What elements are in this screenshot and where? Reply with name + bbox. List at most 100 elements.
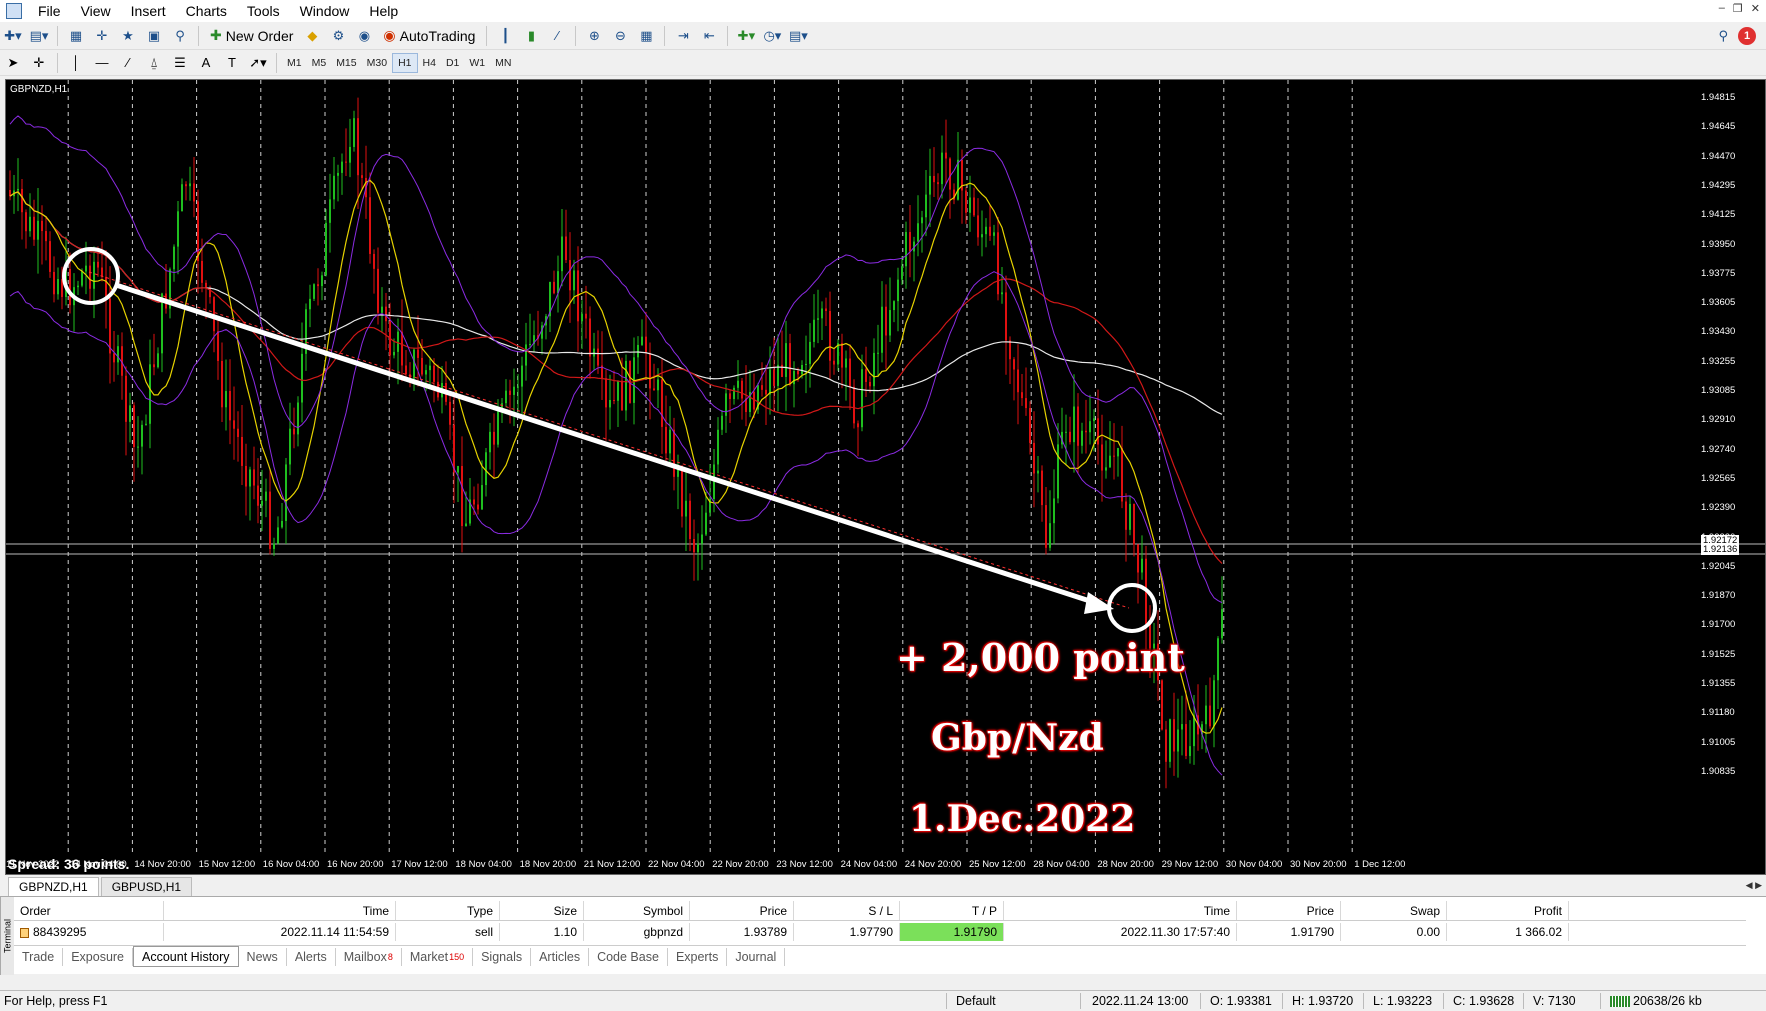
zoom-in-icon[interactable]: ⊕ xyxy=(583,25,605,47)
arrows-icon[interactable]: ➚▾ xyxy=(247,52,269,74)
minimize-icon[interactable]: – xyxy=(1719,2,1725,15)
menu-tools[interactable]: Tools xyxy=(237,0,290,22)
col-type[interactable]: Type xyxy=(396,901,500,920)
autotrading-button[interactable]: ◉ AutoTrading xyxy=(379,25,479,47)
candle-body xyxy=(1089,421,1091,433)
terminal-tab-signals[interactable]: Signals xyxy=(473,947,532,966)
candle-body xyxy=(813,319,815,342)
crosshair-icon[interactable]: ✛ xyxy=(28,52,50,74)
terminal-icon[interactable]: ▣ xyxy=(143,25,165,47)
col-close-time[interactable]: Time xyxy=(1004,901,1237,920)
text-label-icon[interactable]: T xyxy=(221,52,243,74)
bar-chart-icon[interactable]: ┃ xyxy=(494,25,516,47)
notification-badge[interactable]: 1 xyxy=(1738,26,1756,45)
menu-charts[interactable]: Charts xyxy=(176,0,237,22)
candle-body xyxy=(893,301,895,311)
terminal-tab-account-history[interactable]: Account History xyxy=(133,946,239,967)
timeframe-w1[interactable]: W1 xyxy=(464,53,490,73)
candlestick-icon[interactable]: ▮ xyxy=(520,25,542,47)
close-icon[interactable]: ✕ xyxy=(1751,2,1760,15)
horizontal-line-icon[interactable]: — xyxy=(91,52,113,74)
col-time[interactable]: Time xyxy=(164,901,396,920)
chart-tab-gbpusd[interactable]: GBPUSD,H1 xyxy=(100,877,193,896)
table-row[interactable]: 88439295 2022.11.14 11:54:59 sell 1.10 g… xyxy=(14,923,1746,941)
col-sl[interactable]: S / L xyxy=(794,901,900,920)
cursor-icon[interactable]: ➤ xyxy=(2,52,24,74)
indicators-icon[interactable]: ✚▾ xyxy=(735,25,757,47)
terminal-tab-exposure[interactable]: Exposure xyxy=(63,947,134,966)
candle-body xyxy=(289,428,291,465)
chart-tab-gbpnzd[interactable]: GBPNZD,H1 xyxy=(8,877,99,896)
timeframe-m1[interactable]: M1 xyxy=(282,53,307,73)
menu-insert[interactable]: Insert xyxy=(121,0,176,22)
terminal-tab-market[interactable]: Market 150 xyxy=(402,947,474,966)
separator xyxy=(57,25,58,46)
tab-scroll-icon[interactable]: ◀ ▶ xyxy=(1746,880,1762,891)
templates-icon[interactable]: ▤▾ xyxy=(787,25,809,47)
timeframe-m30[interactable]: M30 xyxy=(362,53,392,73)
timeframe-h4[interactable]: H4 xyxy=(418,53,441,73)
channel-icon[interactable]: ⍙ xyxy=(143,52,165,74)
terminal-tab-journal[interactable]: Journal xyxy=(727,947,786,966)
timeframe-d1[interactable]: D1 xyxy=(441,53,464,73)
terminal-tab-label: Code Base xyxy=(597,949,659,964)
col-swap[interactable]: Swap xyxy=(1341,901,1447,920)
timeframe-mn[interactable]: MN xyxy=(490,53,516,73)
terminal-tab-articles[interactable]: Articles xyxy=(531,947,590,966)
menu-view[interactable]: View xyxy=(71,0,121,22)
terminal-tab-experts[interactable]: Experts xyxy=(668,947,728,966)
candle-body xyxy=(869,381,871,387)
timeframe-m15[interactable]: M15 xyxy=(331,53,361,73)
price-tick-label: 1.91005 xyxy=(1701,736,1736,748)
terminal-tab-mailbox[interactable]: Mailbox 8 xyxy=(336,947,402,966)
profiles-icon[interactable]: ▤▾ xyxy=(28,25,50,47)
col-size[interactable]: Size xyxy=(500,901,584,920)
menu-file[interactable]: File xyxy=(28,0,71,22)
menu-help[interactable]: Help xyxy=(359,0,408,22)
timeframe-h1[interactable]: H1 xyxy=(392,52,418,73)
candle-body xyxy=(149,364,151,424)
candle-body xyxy=(1021,392,1023,399)
trendline-icon[interactable]: ∕ xyxy=(117,52,139,74)
col-symbol[interactable]: Symbol xyxy=(584,901,690,920)
options-icon[interactable]: ⚙ xyxy=(327,25,349,47)
new-chart-icon[interactable]: ✚▾ xyxy=(2,25,24,47)
search-icon[interactable]: ⚲ xyxy=(1718,28,1728,44)
market-watch-icon[interactable]: ▦ xyxy=(65,25,87,47)
text-icon[interactable]: A xyxy=(195,52,217,74)
time-tick-label: 22 Nov 20:00 xyxy=(712,859,769,870)
status-traffic[interactable]: 20638/26 kb xyxy=(1610,994,1702,1008)
menu-window[interactable]: Window xyxy=(290,0,360,22)
col-tp[interactable]: T / P xyxy=(900,901,1004,920)
price-chart[interactable]: GBPNZD,H1 Spread: 36 points. + 2,000 poi… xyxy=(5,79,1766,875)
meta-editor-icon[interactable]: ◆ xyxy=(301,25,323,47)
timeframe-m5[interactable]: M5 xyxy=(307,53,332,73)
tile-windows-icon[interactable]: ▦ xyxy=(635,25,657,47)
separator xyxy=(276,52,277,73)
auto-scroll-icon[interactable]: ⇥ xyxy=(672,25,694,47)
signals-icon[interactable]: ◉ xyxy=(353,25,375,47)
navigator-icon[interactable]: ★ xyxy=(117,25,139,47)
restore-icon[interactable]: ❐ xyxy=(1733,2,1743,15)
line-chart-icon[interactable]: ∕ xyxy=(546,25,568,47)
fibonacci-icon[interactable]: ☰ xyxy=(169,52,191,74)
col-close-price[interactable]: Price xyxy=(1237,901,1341,920)
candle-body xyxy=(921,217,923,224)
chart-shift-icon[interactable]: ⇤ xyxy=(698,25,720,47)
new-order-button[interactable]: ✚ New Order xyxy=(206,25,297,47)
status-profile[interactable]: Default xyxy=(956,994,996,1008)
chart-canvas[interactable] xyxy=(6,80,1765,874)
col-profit[interactable]: Profit xyxy=(1447,901,1569,920)
vertical-line-icon[interactable]: │ xyxy=(65,52,87,74)
terminal-tab-alerts[interactable]: Alerts xyxy=(287,947,336,966)
periods-icon[interactable]: ◷▾ xyxy=(761,25,783,47)
zoom-out-icon[interactable]: ⊖ xyxy=(609,25,631,47)
terminal-tab-trade[interactable]: Trade xyxy=(14,947,64,966)
strategy-tester-icon[interactable]: ⚲ xyxy=(169,25,191,47)
col-price[interactable]: Price xyxy=(690,901,794,920)
candle-body xyxy=(45,231,47,242)
terminal-tab-code-base[interactable]: Code Base xyxy=(589,947,668,966)
terminal-tab-news[interactable]: News xyxy=(239,947,287,966)
col-order[interactable]: Order xyxy=(14,901,164,920)
data-window-icon[interactable]: ✛ xyxy=(91,25,113,47)
